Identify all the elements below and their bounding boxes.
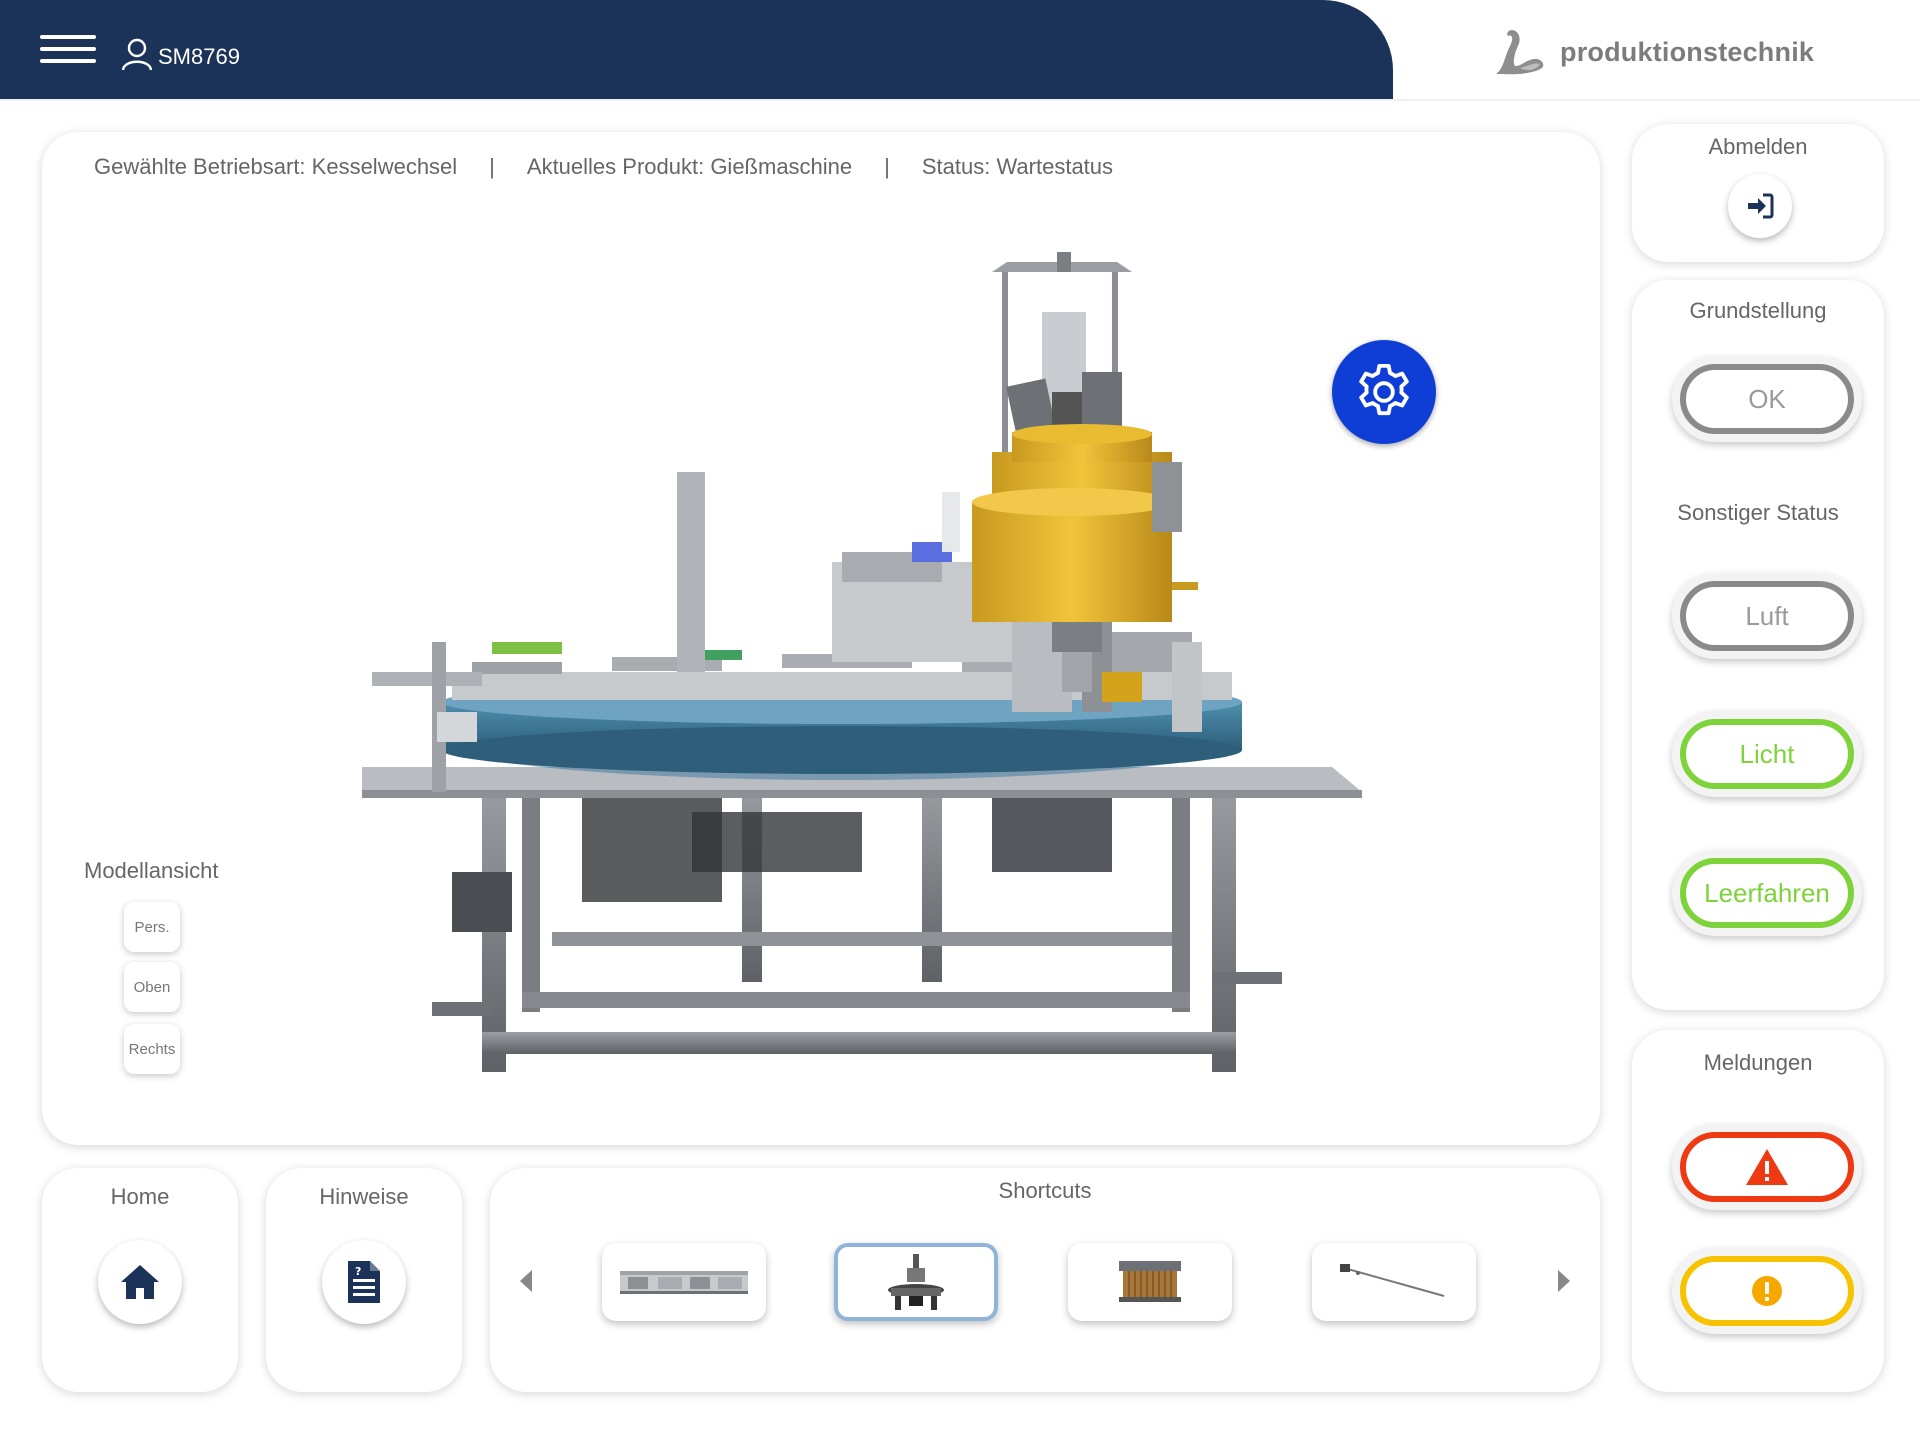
air-button[interactable]: Luft bbox=[1680, 581, 1854, 651]
view-top-button[interactable]: Oben bbox=[124, 962, 180, 1012]
warning-triangle-icon bbox=[1746, 1149, 1788, 1185]
shortcut-production-line[interactable] bbox=[602, 1243, 766, 1321]
empty-run-button[interactable]: Leerfahren bbox=[1680, 858, 1854, 928]
home-title: Home bbox=[110, 1184, 170, 1209]
shortcuts-title: Shortcuts bbox=[998, 1178, 1092, 1203]
model-viewer-panel: Gewählte Betriebsart: Kesselwechsel | Ak… bbox=[42, 132, 1600, 1145]
view-perspective-button[interactable]: Pers. bbox=[124, 902, 180, 952]
machine-3d-model[interactable] bbox=[312, 172, 1402, 1092]
error-messages-button[interactable] bbox=[1680, 1132, 1854, 1202]
shortcut-probe-tool[interactable] bbox=[1312, 1243, 1476, 1321]
header-divider bbox=[0, 99, 1920, 101]
shortcut-prev-arrow-icon[interactable] bbox=[518, 1268, 534, 1294]
hints-panel: Hinweise ? bbox=[266, 1168, 462, 1392]
exclamation-circle-icon bbox=[1752, 1276, 1782, 1306]
light-button-frame: Licht bbox=[1672, 711, 1862, 797]
document-icon: ? bbox=[348, 1261, 380, 1303]
logout-panel: Abmelden bbox=[1632, 124, 1884, 262]
cabinet-thumbnail-icon bbox=[1119, 1261, 1181, 1302]
settings-gear-button[interactable] bbox=[1332, 340, 1436, 444]
shortcuts-panel: Shortcuts bbox=[490, 1168, 1600, 1392]
messages-panel: Meldungen bbox=[1632, 1030, 1884, 1392]
production-line-thumbnail-icon bbox=[620, 1271, 748, 1294]
shortcut-next-arrow-icon[interactable] bbox=[1556, 1268, 1572, 1294]
swan-logo-icon bbox=[1496, 30, 1544, 75]
hints-title: Hinweise bbox=[319, 1184, 409, 1209]
shortcut-casting-machine[interactable] bbox=[834, 1243, 998, 1321]
view-right-button[interactable]: Rechts bbox=[124, 1024, 180, 1074]
header-bar: SM8769 bbox=[0, 0, 1393, 100]
empty-run-button-frame: Leerfahren bbox=[1672, 850, 1862, 936]
user-icon bbox=[121, 38, 153, 71]
home-position-title: Grundstellung bbox=[1689, 298, 1827, 323]
other-status-title: Sonstiger Status bbox=[1677, 500, 1839, 525]
ok-button[interactable]: OK bbox=[1680, 364, 1854, 434]
brand-name: produktionstechnik bbox=[1560, 36, 1815, 67]
home-panel: Home bbox=[42, 1168, 238, 1392]
home-button[interactable] bbox=[98, 1240, 182, 1324]
model-view-label: Modellansicht bbox=[84, 858, 219, 883]
hamburger-menu-icon[interactable] bbox=[40, 35, 96, 69]
logout-title: Abmelden bbox=[1708, 134, 1808, 159]
home-icon bbox=[121, 1265, 159, 1299]
probe-tool-thumbnail-icon bbox=[1340, 1264, 1445, 1297]
casting-machine-thumbnail-icon bbox=[888, 1254, 944, 1310]
user-name: SM8769 bbox=[158, 44, 240, 69]
hints-button[interactable]: ? bbox=[322, 1240, 406, 1324]
brand-logo: produktionstechnik bbox=[1490, 24, 1814, 80]
status-panel: Grundstellung OK Sonstiger Status Luft L… bbox=[1632, 280, 1884, 1010]
ok-button-frame: OK bbox=[1672, 356, 1862, 442]
messages-title: Meldungen bbox=[1703, 1050, 1813, 1075]
gear-icon bbox=[1359, 363, 1409, 416]
logout-button[interactable] bbox=[1728, 174, 1792, 238]
error-button-frame bbox=[1672, 1124, 1862, 1210]
warning-messages-button[interactable] bbox=[1680, 1256, 1854, 1326]
light-button[interactable]: Licht bbox=[1680, 719, 1854, 789]
air-button-frame: Luft bbox=[1672, 573, 1862, 659]
svg-text:?: ? bbox=[355, 1265, 361, 1278]
warning-button-frame bbox=[1672, 1248, 1862, 1334]
sign-in-arrow-icon bbox=[1748, 193, 1774, 219]
shortcut-cabinet[interactable] bbox=[1068, 1243, 1232, 1321]
